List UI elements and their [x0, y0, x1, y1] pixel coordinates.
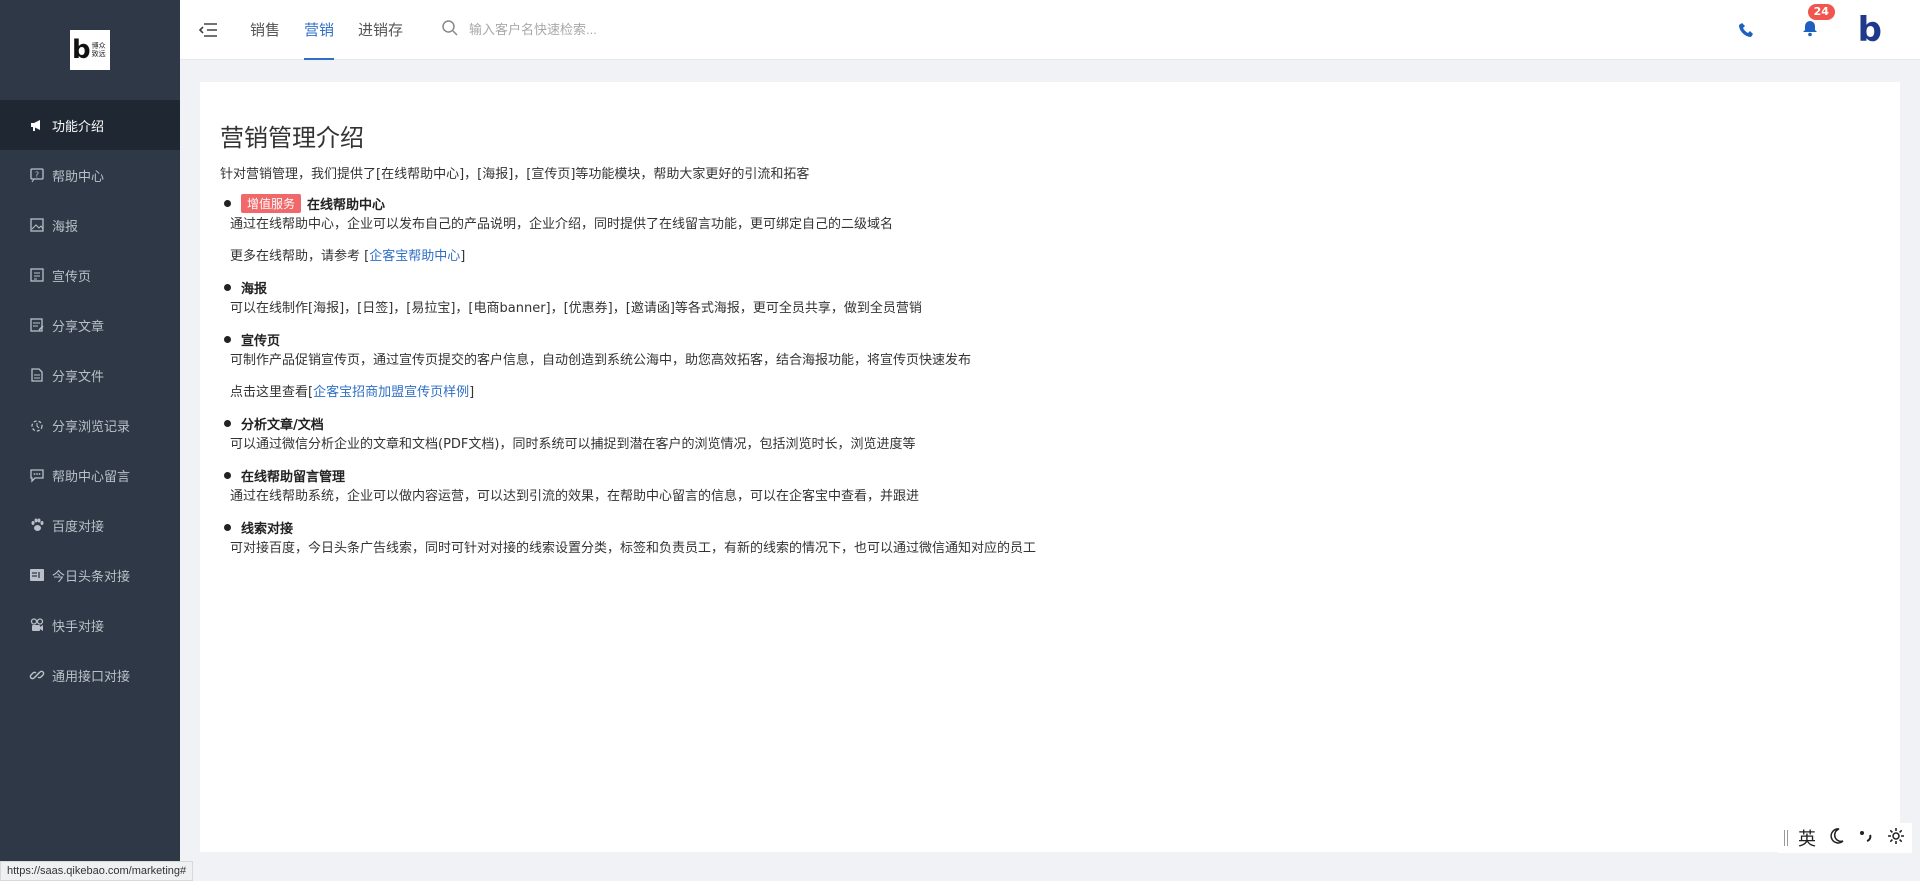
svg-text:?: ?: [35, 171, 39, 180]
bullet-icon: [224, 419, 231, 427]
section-desc: 可制作产品促销宣传页，通过宣传页提交的客户信息，自动创造到系统公海中，助您高效拓…: [230, 353, 972, 368]
intro-text: 针对营销管理，我们提供了[在线帮助中心]，[海报]，[宣传页]等功能模块，帮助大…: [220, 167, 810, 182]
section-title: 宣传页: [241, 333, 281, 349]
section-poster: 海报 可以在线制作[海报]，[日签]，[易拉宝]，[电商banner]，[优惠券…: [220, 276, 1880, 320]
section-title: 海报: [241, 281, 268, 297]
section-title: 在线帮助留言管理: [241, 469, 346, 485]
logo-area: b 博众 致远: [0, 0, 180, 100]
phone-icon[interactable]: [1734, 18, 1758, 42]
gear-icon[interactable]: [1886, 826, 1906, 851]
toutiao-icon: [28, 566, 46, 584]
bullet-icon: [224, 199, 231, 207]
notification-button[interactable]: 24: [1798, 3, 1835, 42]
section-analysis: 分析文章/文档 可以通过微信分析企业的文章和文档(PDF文档)，同时系统可以捕捉…: [220, 412, 1880, 456]
section-title: 分析文章/文档: [241, 417, 324, 433]
section-desc: 通过在线帮助中心，企业可以发布自己的产品说明，企业介绍，同时提供了在线留言功能，…: [230, 217, 894, 232]
sidebar-item-label: 分享文件: [52, 369, 105, 385]
bullet-icon: [224, 335, 231, 343]
article-icon: [28, 316, 46, 334]
file-icon: [28, 366, 46, 384]
sidebar-item-intro[interactable]: 功能介绍: [0, 100, 180, 150]
sidebar-item-label: 海报: [52, 219, 79, 235]
help-icon: ?: [28, 166, 46, 184]
section-messages: 在线帮助留言管理 通过在线帮助系统，企业可以做内容运营，可以达到引流的效果，在帮…: [220, 464, 1880, 508]
module-tabs: 销售 营销 进销存: [238, 0, 415, 60]
logo-line1: 博众: [91, 42, 106, 50]
tab-sales[interactable]: 销售: [238, 0, 292, 60]
sidebar-item-toutiao[interactable]: 今日头条对接: [0, 550, 180, 600]
image-icon: [28, 216, 46, 234]
tab-marketing[interactable]: 营销: [292, 0, 346, 60]
section-title: 线索对接: [241, 521, 294, 537]
sidebar-item-share-history[interactable]: 分享浏览记录: [0, 400, 180, 450]
link-icon: [28, 666, 46, 684]
bullet-icon: [224, 471, 231, 479]
sidebar-item-label: 百度对接: [52, 519, 105, 535]
message-icon: [28, 466, 46, 484]
section-link-line: 点击这里查看[企客宝招商加盟宣传页样例]: [230, 385, 475, 400]
bullet-icon: [224, 283, 231, 291]
value-added-tag: 增值服务: [241, 193, 302, 213]
help-center-link[interactable]: 企客宝帮助中心: [369, 249, 460, 264]
sidebar-item-landing-page[interactable]: 宣传页: [0, 250, 180, 300]
section-title: 在线帮助中心: [307, 197, 386, 213]
user-avatar[interactable]: b: [1858, 13, 1882, 47]
section-link-line: 更多在线帮助，请参考 [企客宝帮助中心]: [230, 249, 466, 264]
history-icon: [28, 416, 46, 434]
sidebar-item-share-file[interactable]: 分享文件: [0, 350, 180, 400]
logo-mark: b: [72, 35, 91, 65]
ime-toolbar: 英: [1778, 823, 1912, 853]
bell-icon: [1801, 19, 1819, 41]
sidebar-item-api[interactable]: 通用接口对接: [0, 650, 180, 700]
page-title: 营销管理介绍: [220, 124, 364, 152]
section-leads: 线索对接 可对接百度，今日头条广告线索，同时可针对对接的线索设置分类，标签和负责…: [220, 516, 1880, 560]
content-panel: 营销管理介绍 针对营销管理，我们提供了[在线帮助中心]，[海报]，[宣传页]等功…: [200, 82, 1900, 852]
status-bar-url: https://saas.qikebao.com/marketing#: [0, 861, 194, 881]
paw-icon: [28, 516, 46, 534]
collapse-menu-icon[interactable]: [194, 16, 222, 44]
sidebar-item-help-center[interactable]: ? 帮助中心: [0, 150, 180, 200]
page-icon: [28, 266, 46, 284]
moon-icon[interactable]: [1826, 826, 1846, 851]
sidebar-item-label: 通用接口对接: [52, 669, 131, 685]
customer-search: [441, 19, 670, 41]
company-logo[interactable]: b 博众 致远: [70, 30, 110, 70]
ime-language-toggle[interactable]: 英: [1798, 825, 1816, 851]
landing-page-sample-link[interactable]: 企客宝招商加盟宣传页样例: [313, 385, 469, 400]
sidebar-item-label: 帮助中心: [52, 169, 105, 185]
logo-line2: 致远: [91, 50, 106, 58]
sidebar: b 博众 致远 功能介绍 ? 帮助中心 海报 宣传页 分享文章 分享文件 分享浏…: [0, 0, 180, 881]
search-input[interactable]: [469, 22, 670, 37]
sidebar-item-poster[interactable]: 海报: [0, 200, 180, 250]
section-landing-page: 宣传页 可制作产品促销宣传页，通过宣传页提交的客户信息，自动创造到系统公海中，助…: [220, 328, 1880, 404]
search-icon[interactable]: [441, 19, 459, 41]
section-desc: 可以在线制作[海报]，[日签]，[易拉宝]，[电商banner]，[优惠券]，[…: [230, 301, 922, 316]
drag-handle-icon[interactable]: [1784, 830, 1788, 846]
sidebar-item-label: 功能介绍: [52, 119, 105, 135]
sidebar-item-share-article[interactable]: 分享文章: [0, 300, 180, 350]
top-right-actions: 24 b: [1734, 3, 1882, 47]
tab-inventory[interactable]: 进销存: [346, 0, 415, 60]
kuaishou-icon: [28, 616, 46, 634]
bullet-icon: [224, 523, 231, 531]
sidebar-item-label: 今日头条对接: [52, 569, 131, 585]
section-desc: 可以通过微信分析企业的文章和文档(PDF文档)，同时系统可以捕捉到潜在客户的浏览…: [230, 437, 916, 452]
notification-badge: 24: [1807, 3, 1835, 20]
sidebar-item-label: 分享文章: [52, 319, 105, 335]
sidebar-item-label: 宣传页: [52, 269, 92, 285]
sidebar-item-label: 快手对接: [52, 619, 105, 635]
section-desc: 通过在线帮助系统，企业可以做内容运营，可以达到引流的效果，在帮助中心留言的信息，…: [230, 489, 920, 504]
sidebar-item-baidu[interactable]: 百度对接: [0, 500, 180, 550]
sidebar-item-help-messages[interactable]: 帮助中心留言: [0, 450, 180, 500]
punctuation-icon[interactable]: [1856, 826, 1876, 851]
top-bar: 销售 营销 进销存 24 b: [180, 0, 1920, 60]
sidebar-item-label: 分享浏览记录: [52, 419, 131, 435]
section-help-center: 增值服务 在线帮助中心 通过在线帮助中心，企业可以发布自己的产品说明，企业介绍，…: [220, 192, 1880, 268]
megaphone-icon: [28, 116, 46, 134]
sidebar-item-kuaishou[interactable]: 快手对接: [0, 600, 180, 650]
section-desc: 可对接百度，今日头条广告线索，同时可针对对接的线索设置分类，标签和负责员工，有新…: [230, 541, 1037, 556]
sidebar-nav: 功能介绍 ? 帮助中心 海报 宣传页 分享文章 分享文件 分享浏览记录 帮助中心…: [0, 100, 180, 700]
sidebar-item-label: 帮助中心留言: [52, 469, 131, 485]
